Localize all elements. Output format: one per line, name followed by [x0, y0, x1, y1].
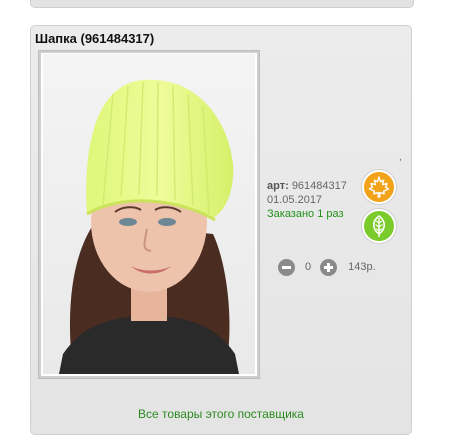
- product-photo[interactable]: [43, 54, 255, 374]
- product-info: арт: 961484317 01.05.2017 Заказано 1 раз: [267, 179, 347, 221]
- plus-icon[interactable]: [320, 258, 338, 276]
- article-label: арт:: [267, 180, 289, 192]
- maple-leaf-icon[interactable]: [362, 170, 396, 204]
- ordered-count: Заказано 1 раз: [267, 208, 344, 220]
- product-photo-frame[interactable]: [38, 50, 260, 379]
- product-date: 01.05.2017: [267, 194, 323, 206]
- minus-icon[interactable]: [278, 258, 295, 276]
- product-card: Шапка (961484317) , арт: 961484317 01.05…: [30, 25, 412, 435]
- product-title: Шапка (961484317): [35, 31, 155, 46]
- supplier-products-link[interactable]: Все товары этого поставщика: [31, 407, 411, 421]
- article-number: 961484317: [291, 180, 347, 192]
- dot-mark: ,: [399, 152, 402, 163]
- quantity-value: 0: [305, 261, 312, 273]
- previous-card-bottom: [30, 0, 414, 8]
- quantity-stepper: 0 143р.: [278, 258, 376, 276]
- leaf-icon[interactable]: [362, 209, 396, 243]
- price: 143р.: [348, 261, 376, 273]
